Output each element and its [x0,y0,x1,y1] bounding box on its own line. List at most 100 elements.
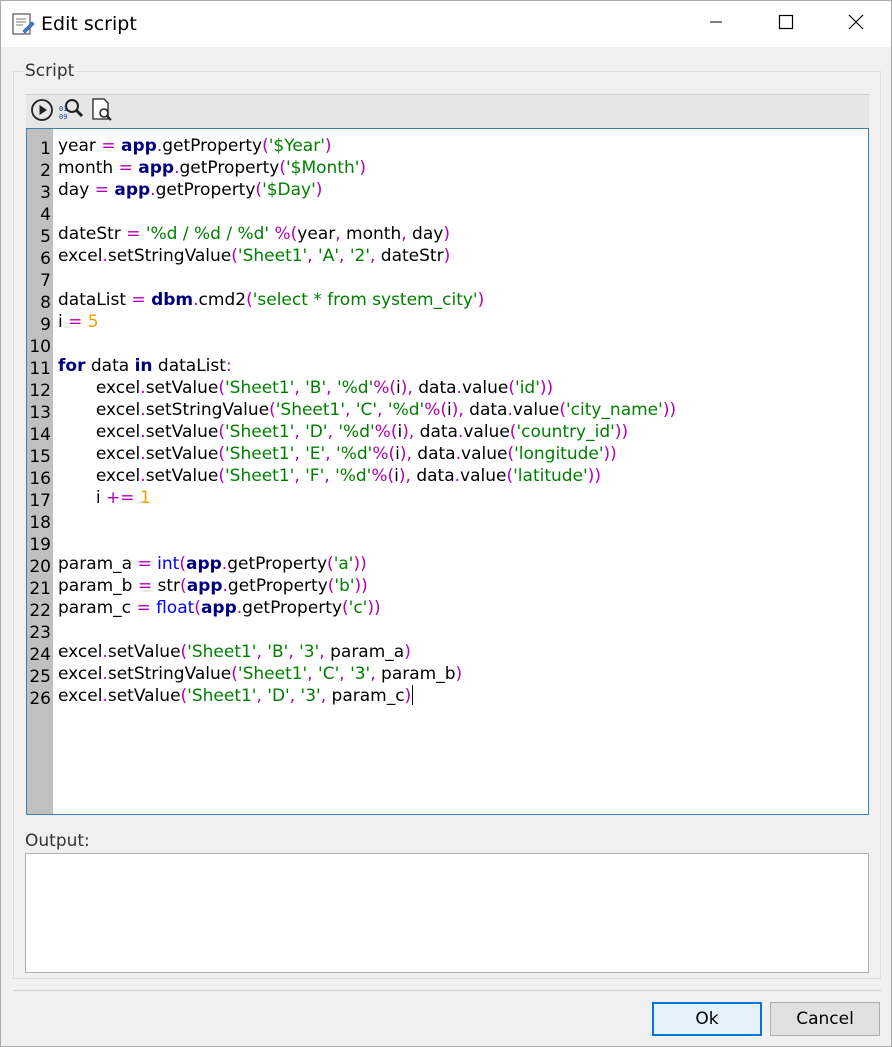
code-token: 'id' [515,378,540,398]
code-token: '$Month' [285,158,360,178]
code-token: 'b' [334,576,355,596]
preview-button[interactable] [89,97,115,125]
code-token: 'city_name' [565,400,663,420]
code-line: 26 excel.setValue('Sheet1', 'D', '3', par… [27,685,868,709]
code-token: ( [179,554,186,574]
code-token: month [58,158,119,178]
code-token: dateStr [58,224,127,244]
output-textarea[interactable] [25,853,869,973]
code-token: 'Sheet1' [225,444,295,464]
code-token: excel [58,400,141,420]
code-text: excel.setStringValue('Sheet1', 'C', '%d'… [58,399,676,421]
code-token: 'Sheet1' [187,686,257,706]
code-text: excel.setValue('Sheet1', 'D', '3', param… [58,685,414,707]
script-editor[interactable]: 1 year = app.getProperty('$Year') 2 month =… [26,128,869,815]
code-token: 'C' [355,400,378,420]
code-token: : [225,356,232,376]
code-token: float [156,598,195,618]
code-token: '2' [349,246,370,266]
code-token: )) [367,598,381,618]
code-token: setValue [145,466,219,486]
code-token: for [58,356,86,376]
code-line: 13 excel.setStringValue('Sheet1', 'C', '… [27,399,868,423]
code-token: = [118,158,133,178]
code-token: ) [324,136,332,156]
code-line: 25 excel.setStringValue('Sheet1', 'C', '3… [27,663,868,687]
minimize-button[interactable] [681,1,751,47]
code-token: excel [58,642,103,662]
code-token: ) [477,290,485,310]
maximize-button[interactable] [751,1,821,47]
code-token: %( [371,466,395,486]
code-token: month [340,224,402,244]
code-token: ) [404,642,411,662]
line-number: 26 [29,689,51,709]
code-text: i = 5 [58,311,99,333]
code-token: excel [58,686,103,706]
code-text: param_b = str(app.getProperty('b')) [58,575,368,597]
code-text: excel.setValue('Sheet1', 'B', '%d'%(i), … [58,377,553,399]
code-token: 'country_id' [516,422,615,442]
code-token: %( [372,444,396,464]
code-token: excel [58,444,141,464]
code-token: ), [399,444,412,464]
code-token: '%d' [338,422,375,442]
code-token: ( [269,400,276,420]
code-token: setValue [145,378,219,398]
code-token: getProperty [179,158,280,178]
code-token: = [136,598,151,618]
code-token: i [58,488,106,508]
code-token: setValue [145,444,219,464]
code-token: data [414,422,458,442]
code-token: ), [400,378,413,398]
code-token: 1 [139,488,151,508]
code-token: )) [603,444,617,464]
close-icon [848,14,864,35]
separator [13,990,881,991]
code-token: ), [398,466,411,486]
code-token: 'Sheet1' [225,422,295,442]
code-token: 'D' [305,422,328,442]
code-token: ( [231,664,238,684]
code-token: '$Day' [262,180,316,200]
code-token: ( [218,422,225,442]
code-token: dbm [151,290,194,310]
code-token: str [152,576,181,596]
code-token: day [58,180,95,200]
output-label: Output: [25,831,90,851]
code-line: 3 day = app.getProperty('$Day') [27,179,868,203]
run-button[interactable] [29,98,55,125]
code-token: dataList [58,290,132,310]
cancel-button[interactable]: Cancel [770,1002,880,1036]
code-token: ( [218,444,225,464]
code-token: data [463,400,508,420]
code-token: %( [373,378,397,398]
window-title: Edit script [41,13,137,35]
find-code-button[interactable]: 01 09 [58,98,84,125]
code-token: = [126,224,141,244]
code-token: param_c [326,686,405,706]
text-cursor [412,685,414,705]
code-line: 2 month = app.getProperty('$Month') [27,157,868,181]
code-line: 21 param_b = str(app.getProperty('b')) [27,575,868,599]
code-line: 7 [27,267,868,291]
code-token: getProperty [155,180,256,200]
code-token: %( [374,422,398,442]
code-token: excel [58,422,141,442]
code-token: )) [353,554,367,574]
code-token: 'select * from system_city' [252,290,478,310]
code-text: for data in dataList: [58,355,232,377]
close-button[interactable] [821,1,891,47]
code-token: 'E' [305,444,326,464]
code-token: '3' [350,664,371,684]
code-token: ) [443,224,450,244]
code-token: app [185,554,222,574]
code-line: 14 excel.setValue('Sheet1', 'D', '%d'%(i… [27,421,868,445]
code-token: data [411,444,456,464]
ok-button[interactable]: Ok [652,1002,762,1036]
code-token: ) [455,664,463,684]
code-token: 'C' [318,664,340,684]
code-token: year [58,136,102,156]
code-token: value [463,422,510,442]
code-token: ), [451,400,464,420]
